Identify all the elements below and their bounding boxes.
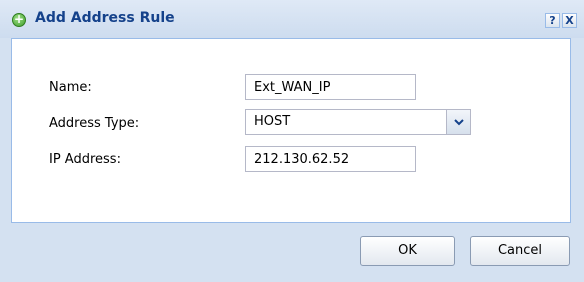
- address-type-value: HOST: [254, 114, 291, 129]
- address-type-select[interactable]: HOST: [245, 109, 471, 135]
- ok-button[interactable]: OK: [360, 236, 455, 266]
- name-input[interactable]: [245, 74, 416, 100]
- add-icon: +: [12, 12, 26, 27]
- help-button[interactable]: ?: [545, 13, 560, 28]
- chevron-down-icon: [454, 119, 464, 126]
- ip-address-label: IP Address:: [49, 152, 121, 167]
- add-address-rule-dialog: + Add Address Rule ? X Name: Address Typ…: [0, 0, 584, 282]
- address-type-label: Address Type:: [49, 116, 140, 131]
- cancel-button[interactable]: Cancel: [470, 236, 570, 266]
- dialog-titlebar: + Add Address Rule ? X: [0, 0, 584, 38]
- dialog-title: Add Address Rule: [35, 10, 175, 26]
- dropdown-trigger[interactable]: [446, 110, 470, 134]
- name-label: Name:: [49, 80, 92, 95]
- ip-address-input[interactable]: [245, 146, 416, 172]
- close-button[interactable]: X: [562, 13, 577, 28]
